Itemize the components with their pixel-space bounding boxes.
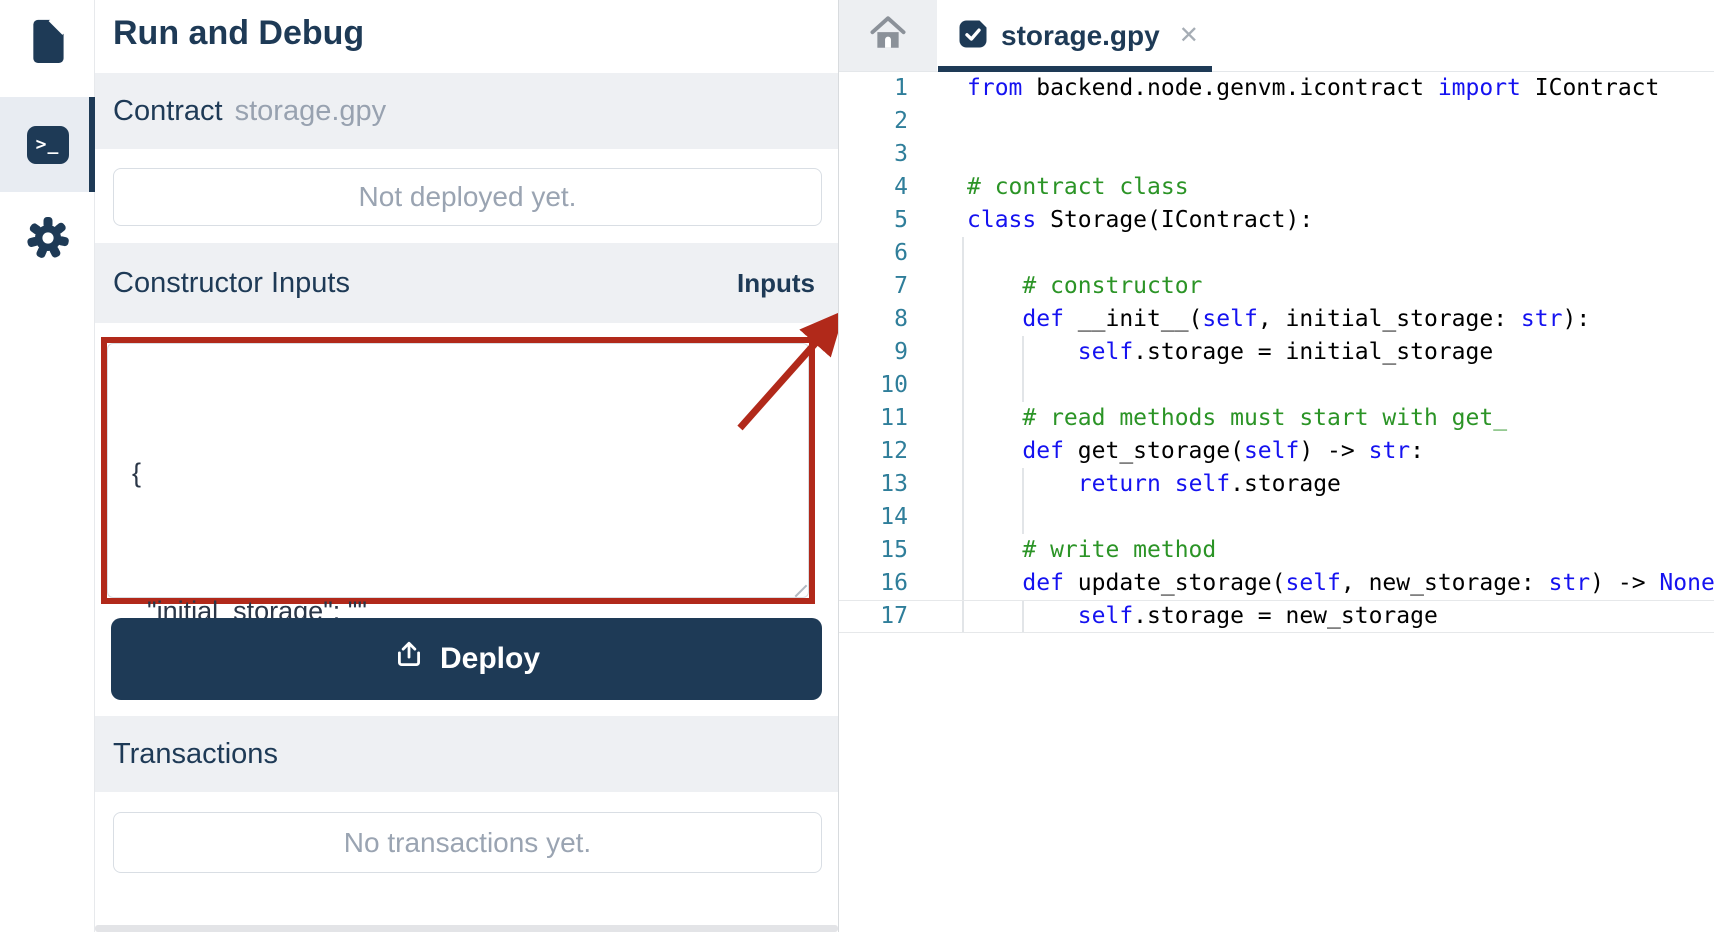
line-number: 10 [880, 372, 908, 398]
home-icon [868, 15, 908, 56]
code-editor: storage.gpy ✕ 1 2 3 4 5 6 7 8 9 10 11 12 13 14 15 16 17 … [838, 0, 1714, 932]
sidebar-item-files[interactable] [0, 8, 95, 78]
inputs-badge: Inputs [737, 267, 815, 298]
line-number: 12 [880, 438, 908, 464]
indent-guide [962, 237, 964, 633]
line-number: 3 [894, 141, 908, 167]
code-line: self.storage = initial_storage [1077, 339, 1494, 365]
line-number: 15 [880, 537, 908, 563]
line-number: 1 [894, 75, 908, 101]
deploy-status-text: Not deployed yet. [358, 181, 577, 212]
line-number: 13 [880, 471, 908, 497]
editor-tab-bar: storage.gpy ✕ [839, 0, 1714, 72]
code-line: def __init__(self, initial_storage: str)… [1022, 306, 1591, 332]
transactions-empty-text: No transactions yet. [343, 826, 592, 858]
run-debug-panel: Run and Debug Contract storage.gpy Not d… [95, 0, 845, 932]
app-window: >_ Run and Debug Contract storage.gpy No… [0, 0, 1714, 932]
activity-bar: >_ [0, 0, 95, 932]
transactions-label: Transactions [113, 737, 278, 770]
page-title: Run and Debug [113, 14, 365, 52]
line-number: 17 [880, 603, 908, 629]
line-number: 9 [894, 339, 908, 365]
line-number: 2 [894, 108, 908, 134]
deploy-status-box: Not deployed yet. [113, 168, 822, 226]
code-line: # write method [1022, 537, 1217, 563]
inputs-json-line: { [132, 458, 142, 488]
constructor-section-header: Constructor Inputs Inputs [95, 243, 838, 323]
check-icon [958, 19, 988, 54]
annotation-rectangle: { "initial_storage": "" } [101, 337, 815, 764]
line-number-gutter: 1 2 3 4 5 6 7 8 9 10 11 12 13 14 15 16 17 [839, 72, 935, 633]
tab-title: storage.gpy [1001, 20, 1160, 51]
upload-icon [393, 639, 425, 679]
line-number: 11 [880, 405, 908, 431]
code-line: from backend.node.genvm.icontract import… [967, 75, 1660, 101]
home-tab[interactable] [839, 0, 937, 71]
line-number: 8 [894, 306, 908, 332]
gear-icon [25, 215, 71, 266]
terminal-icon: >_ [26, 125, 69, 164]
line-number: 16 [880, 570, 908, 596]
code-line: # read methods must start with get_ [1022, 405, 1508, 431]
constructor-inputs-editor[interactable]: { "initial_storage": "" } [107, 343, 809, 764]
sidebar-item-settings[interactable] [0, 200, 95, 280]
code-line: # constructor [1022, 273, 1203, 299]
transactions-empty-box: No transactions yet. [113, 812, 822, 873]
transactions-section-header: Transactions [95, 716, 838, 792]
code-line: class Storage(IContract): [967, 207, 1314, 233]
file-icon [26, 16, 70, 71]
line-number: 5 [894, 207, 908, 233]
contract-section-header: Contract storage.gpy [95, 73, 838, 149]
code-line: self.storage = new_storage [1077, 603, 1438, 629]
line-number: 7 [894, 273, 908, 299]
panel-horizontal-scrollbar[interactable] [95, 925, 838, 932]
code-line: return self.storage [1077, 471, 1341, 497]
code-area[interactable]: 1 2 3 4 5 6 7 8 9 10 11 12 13 14 15 16 17 from backend.n… [839, 72, 1714, 932]
contract-filename: storage.gpy [234, 94, 387, 127]
deploy-button[interactable]: Deploy [111, 618, 822, 700]
tab-storage-gpy[interactable]: storage.gpy ✕ [938, 0, 1212, 72]
deploy-button-label: Deploy [439, 642, 541, 675]
contract-label: Contract [113, 94, 223, 127]
constructor-label: Constructor Inputs [113, 266, 350, 299]
code-line: def update_storage(self, new_storage: st… [1022, 570, 1714, 596]
line-number: 6 [894, 240, 908, 266]
code-line: # contract class [967, 174, 1189, 200]
line-number: 4 [894, 174, 908, 200]
line-number: 14 [880, 504, 908, 530]
code-lines: from backend.node.genvm.icontract import… [967, 72, 1714, 633]
sidebar-item-run-debug[interactable]: >_ [0, 97, 95, 192]
code-line: def get_storage(self) -> str: [1022, 438, 1424, 464]
close-icon[interactable]: ✕ [1179, 24, 1199, 48]
